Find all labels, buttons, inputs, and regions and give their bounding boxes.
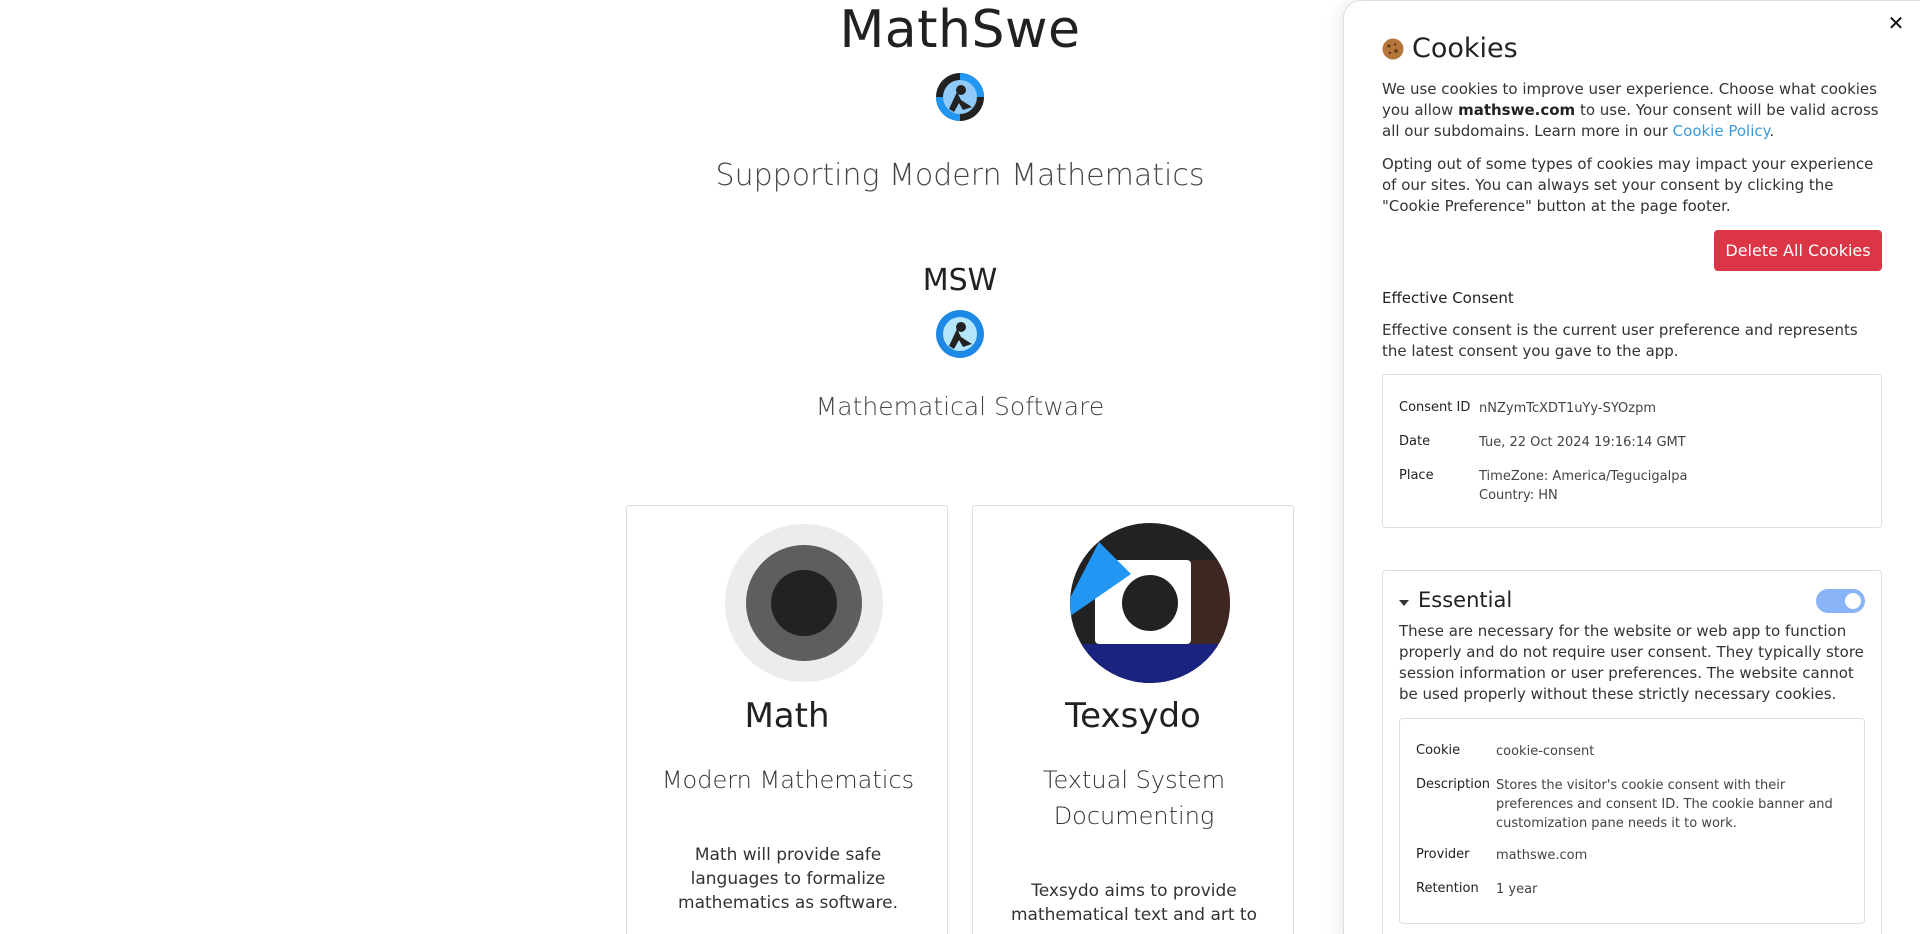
essential-description: These are necessary for the website or w… <box>1399 622 1864 703</box>
cookie-description-label: Description <box>1416 777 1491 792</box>
cookie-icon <box>1382 38 1404 60</box>
texsydo-logo-icon <box>1069 522 1231 684</box>
cookie-panel-header: Cookies <box>1382 33 1518 64</box>
essential-toggle[interactable] <box>1816 589 1865 613</box>
consent-place-country: Country: HN <box>1479 488 1558 503</box>
consent-date-value: Tue, 22 Oct 2024 19:16:14 GMT <box>1479 435 1686 450</box>
cookie-retention-value: 1 year <box>1496 882 1538 897</box>
close-icon[interactable]: ✕ <box>1885 12 1907 34</box>
math-card-subtitle: Modern Mathematics <box>661 766 915 794</box>
cookie-panel-title: Cookies <box>1412 33 1518 64</box>
msw-logo-icon[interactable] <box>935 309 985 359</box>
cookie-policy-link[interactable]: Cookie Policy <box>1673 122 1770 140</box>
mathswe-logo-icon[interactable] <box>935 72 985 122</box>
effective-consent-text: Effective consent is the current user pr… <box>1382 321 1858 360</box>
math-card-description: Math will provide safe languages to form… <box>678 845 898 913</box>
toggle-knob <box>1845 593 1861 609</box>
cookie-name-value: cookie-consent <box>1496 744 1595 759</box>
cookie-intro-text: We use cookies to improve user experienc… <box>1382 79 1882 142</box>
texsydo-card-description: Texsydo aims to provide mathematical tex… <box>1010 881 1258 925</box>
consent-id-label: Consent ID <box>1399 400 1471 415</box>
cookie-retention-label: Retention <box>1416 881 1479 896</box>
consent-date-label: Date <box>1399 434 1431 449</box>
essential-title[interactable]: Essential <box>1418 588 1512 612</box>
texsydo-card-subtitle: Textual System Documenting <box>1042 766 1226 830</box>
caret-down-icon[interactable] <box>1398 597 1410 609</box>
cookie-name-label: Cookie <box>1416 743 1461 758</box>
consent-place-label: Place <box>1399 468 1434 483</box>
cookie-provider-link[interactable]: mathswe.com <box>1496 846 1587 865</box>
cookie-domain: mathswe.com <box>1458 101 1576 119</box>
consent-id-value: nNZymTcXDT1uYy-SYOzpm <box>1479 401 1657 416</box>
delete-all-cookies-button[interactable]: Delete All Cookies <box>1714 230 1882 271</box>
math-logo-icon <box>723 522 885 684</box>
texsydo-card-title: Texsydo <box>1065 696 1201 736</box>
cookie-intro-end: . <box>1769 122 1775 140</box>
math-card-title: Math <box>744 696 830 736</box>
consent-place-timezone: TimeZone: America/Tegucigalpa <box>1479 469 1688 484</box>
math-card[interactable]: Math Modern Mathematics Math will provid… <box>626 505 948 934</box>
texsydo-card[interactable]: Texsydo Textual System Documenting Texsy… <box>972 505 1294 934</box>
opt-out-text: Opting out of some types of cookies may … <box>1382 155 1874 215</box>
cookie-description-value: Stores the visitor's cookie consent with… <box>1496 778 1833 831</box>
cookie-provider-label: Provider <box>1416 847 1470 862</box>
effective-consent-label: Effective Consent <box>1382 289 1514 307</box>
